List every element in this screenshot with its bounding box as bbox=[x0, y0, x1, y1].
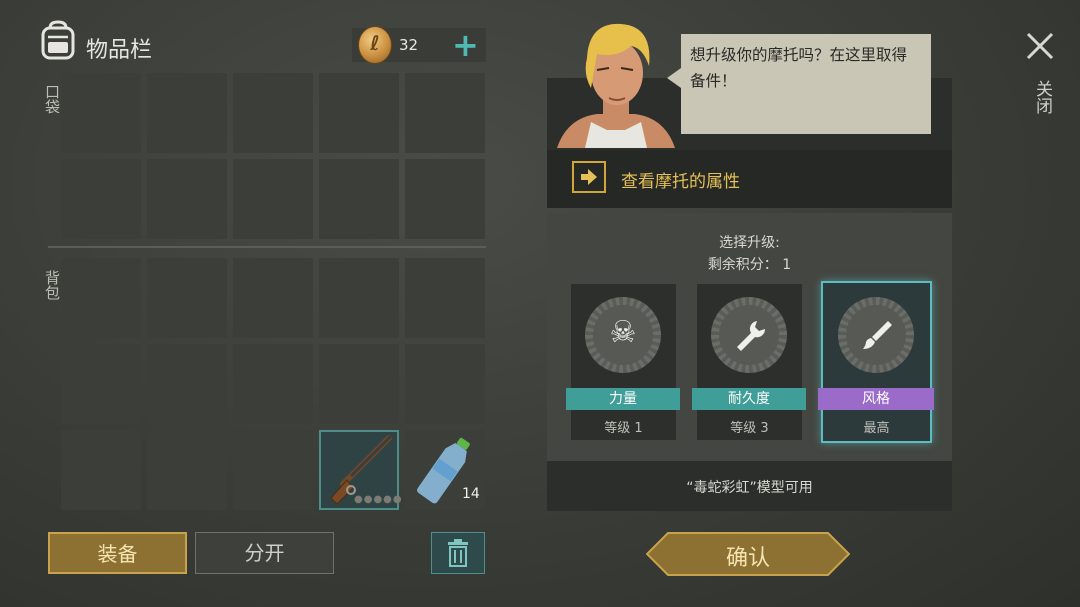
backpack-slot[interactable] bbox=[147, 258, 227, 338]
remaining-points-label: 剩余积分： 1 bbox=[707, 257, 792, 273]
speech-text: 想升级你的摩托吗？在这里取得备件！ bbox=[690, 46, 908, 90]
wrench-icon bbox=[737, 321, 766, 351]
backpack-slot[interactable] bbox=[61, 430, 141, 510]
pocket-slot[interactable] bbox=[233, 73, 313, 153]
close-label[interactable]: 关闭 bbox=[1030, 80, 1055, 114]
backpack-label: 背包 bbox=[43, 270, 61, 300]
backpack-slot[interactable] bbox=[233, 344, 313, 424]
backpack-slot[interactable] bbox=[147, 344, 227, 424]
pocket-slot[interactable] bbox=[233, 159, 313, 239]
close-icon[interactable] bbox=[1024, 30, 1056, 62]
brush-icon bbox=[863, 321, 892, 349]
backpack-slot[interactable] bbox=[319, 258, 399, 338]
pocket-slot[interactable] bbox=[405, 159, 485, 239]
skull-crossbones-icon: ☠ bbox=[609, 315, 637, 350]
card-level-strength: 等级 1 bbox=[604, 421, 643, 436]
pocket-slot[interactable] bbox=[147, 159, 227, 239]
pocket-slot[interactable] bbox=[61, 159, 141, 239]
pocket-slot[interactable] bbox=[319, 159, 399, 239]
card-name-strength: 力量 bbox=[566, 388, 680, 410]
character-portrait bbox=[557, 23, 675, 148]
card-name-style: 风格 bbox=[818, 388, 934, 410]
water-quantity: 14 bbox=[462, 486, 480, 502]
split-button[interactable]: 分开 bbox=[195, 532, 334, 574]
arrow-right-icon[interactable] bbox=[572, 161, 606, 193]
durability-dots: ●●●●● bbox=[354, 494, 403, 505]
select-upgrade-label: 选择升级: bbox=[719, 235, 780, 251]
backpack-slot[interactable] bbox=[147, 430, 227, 510]
model-available-text: “毒蛇彩虹”模型可用 bbox=[686, 480, 813, 496]
confirm-button[interactable]: 确认 bbox=[646, 540, 850, 572]
pocket-slot[interactable] bbox=[147, 73, 227, 153]
add-coins-button[interactable]: + bbox=[452, 28, 479, 62]
backpack-slot[interactable] bbox=[233, 430, 313, 510]
backpack-slot[interactable] bbox=[61, 344, 141, 424]
inventory-title: 物品栏 bbox=[86, 38, 153, 63]
coin-count: 32 bbox=[399, 36, 419, 54]
card-level-durability: 等级 3 bbox=[730, 421, 769, 436]
speech-bubble-tail bbox=[667, 68, 681, 88]
backpack-slot[interactable] bbox=[405, 344, 485, 424]
trash-button[interactable] bbox=[431, 532, 485, 574]
view-bike-stats-link[interactable]: 查看摩托的属性 bbox=[621, 167, 740, 192]
coin-symbol: ℓ bbox=[370, 31, 380, 55]
pocket-slot[interactable] bbox=[61, 73, 141, 153]
section-divider bbox=[48, 246, 486, 248]
backpack-icon bbox=[41, 20, 75, 60]
backpack-slot[interactable] bbox=[405, 258, 485, 338]
backpack-slot[interactable] bbox=[61, 258, 141, 338]
pocket-slot[interactable] bbox=[319, 73, 399, 153]
backpack-slot[interactable] bbox=[233, 258, 313, 338]
pocket-slot[interactable] bbox=[405, 73, 485, 153]
card-name-durability: 耐久度 bbox=[692, 388, 806, 410]
pocket-label: 口袋 bbox=[43, 84, 61, 114]
trash-icon bbox=[448, 539, 468, 567]
backpack-slot[interactable] bbox=[319, 344, 399, 424]
equip-button[interactable]: 装备 bbox=[48, 532, 187, 574]
card-level-style: 最高 bbox=[863, 421, 890, 436]
view-bike-stats-row[interactable] bbox=[547, 150, 952, 208]
